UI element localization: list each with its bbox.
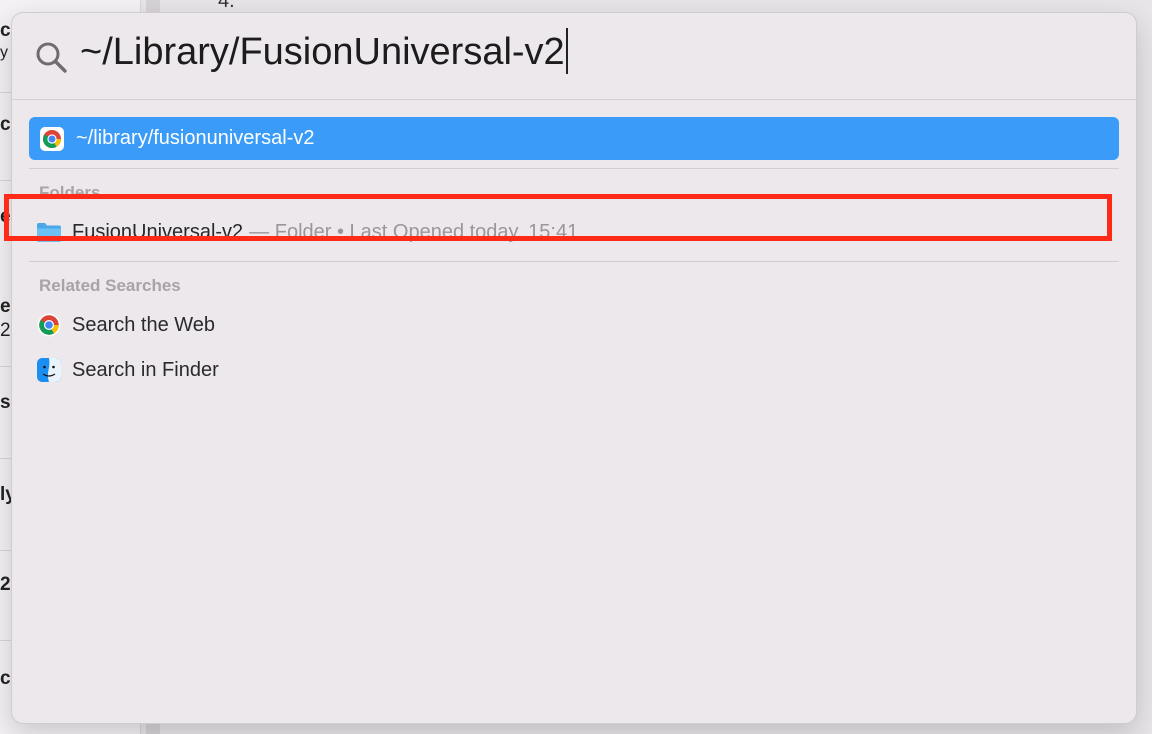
background-text: 2 (0, 574, 11, 595)
search-bar: ~/Library/FusionUniversal-v2 (12, 13, 1136, 100)
spotlight-panel: ~/Library/FusionUniversal-v2 ~/library/f… (11, 12, 1137, 724)
search-the-web-item[interactable]: Search the Web (36, 305, 1126, 345)
background-text: c (0, 20, 11, 41)
finder-icon (37, 358, 61, 382)
chrome-icon (37, 313, 61, 337)
background-text: 2 (0, 320, 11, 341)
folder-result-meta: — Folder • Last Opened today, 15:41 (249, 220, 579, 243)
background-text: c (0, 668, 11, 689)
section-divider (29, 168, 1119, 169)
search-in-finder-item[interactable]: Search in Finder (36, 350, 1126, 390)
search-input[interactable]: ~/Library/FusionUniversal-v2 (80, 28, 1080, 81)
section-title-related-searches: Related Searches (39, 276, 181, 295)
search-icon (36, 42, 67, 73)
folder-icon (37, 223, 61, 242)
section-title-folders: Folders (39, 183, 101, 202)
top-hit-result[interactable]: ~/library/fusionuniversal-v2 (29, 117, 1119, 160)
text-caret (565, 28, 568, 74)
folder-result-name: FusionUniversal-v2 (72, 220, 244, 243)
search-the-web-label: Search the Web (72, 313, 216, 336)
background-text: y (0, 44, 8, 61)
folder-result-item[interactable]: FusionUniversal-v2 — Folder • Last Opene… (36, 212, 1126, 252)
background-text: e (0, 296, 11, 317)
background-text: c (0, 114, 11, 135)
search-in-finder-label: Search in Finder (72, 358, 219, 381)
section-divider (29, 261, 1119, 262)
search-query-text: ~/Library/FusionUniversal-v2 (80, 31, 565, 74)
top-hit-label: ~/library/fusionuniversal-v2 (76, 127, 315, 149)
chrome-icon (40, 126, 64, 151)
